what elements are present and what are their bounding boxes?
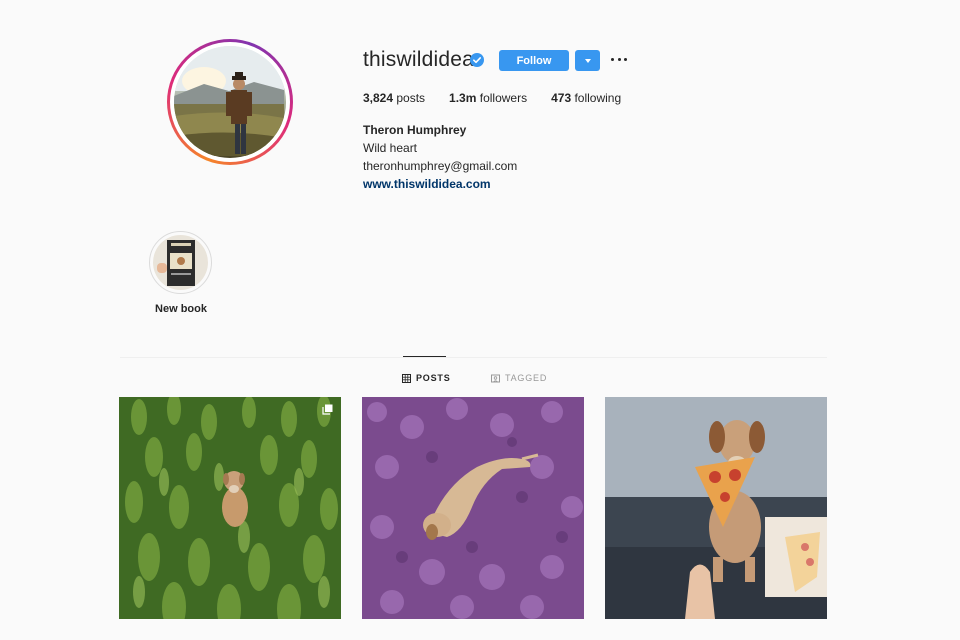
post-thumbnail[interactable]	[605, 397, 827, 619]
follow-button[interactable]: Follow	[499, 50, 569, 71]
tab-tagged[interactable]: TAGGED	[491, 373, 547, 383]
bio-line: Wild heart	[363, 141, 418, 155]
highlight-label: New book	[155, 303, 207, 315]
verified-badge-icon	[470, 53, 484, 67]
suggested-accounts-dropdown-button[interactable]	[575, 50, 600, 71]
post-photo	[119, 397, 341, 619]
post-thumbnail[interactable]	[119, 397, 341, 619]
multiple-photos-icon	[322, 404, 333, 415]
bio-email: theronhumphrey@gmail.com	[363, 159, 518, 173]
story-highlight[interactable]	[149, 231, 212, 294]
website-link[interactable]: www.thiswildidea.com	[363, 177, 491, 191]
followers-link[interactable]: 1.3m followers	[449, 91, 527, 105]
profile-stats: 3,824 posts 1.3m followers 473 following	[363, 91, 645, 105]
post-photo	[605, 397, 827, 619]
post-thumbnail[interactable]	[362, 397, 584, 619]
grid-icon	[402, 373, 411, 383]
posts-count: 3,824 posts	[363, 91, 426, 105]
tag-icon	[491, 374, 500, 382]
more-options-icon[interactable]	[611, 51, 627, 67]
following-link[interactable]: 473 following	[551, 91, 621, 105]
tab-posts[interactable]: POSTS	[402, 373, 451, 383]
avatar-photo	[174, 46, 284, 156]
profile-username: thiswildidea	[363, 48, 474, 71]
highlight-cover	[153, 235, 208, 290]
avatar	[174, 46, 286, 158]
tabs-divider	[120, 357, 827, 358]
profile-full-name: Theron Humphrey	[363, 123, 467, 137]
post-photo	[362, 397, 584, 619]
profile-avatar[interactable]	[167, 39, 293, 165]
active-tab-indicator	[403, 356, 446, 357]
